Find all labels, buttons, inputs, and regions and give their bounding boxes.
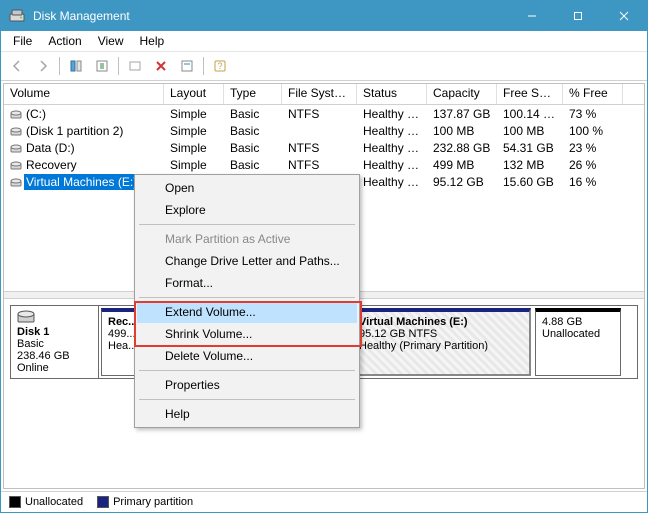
disk-status: Online (17, 362, 92, 374)
show-hide-button (123, 54, 147, 78)
menu-help[interactable]: Help (137, 403, 357, 425)
menu-action[interactable]: Action (40, 32, 89, 50)
menu-format[interactable]: Format... (137, 272, 357, 294)
disk-name: Disk 1 (17, 326, 92, 338)
col-freespace[interactable]: Free Spa... (497, 84, 563, 104)
menu-shrink-volume[interactable]: Shrink Volume... (137, 323, 357, 345)
maximize-button[interactable] (555, 1, 601, 31)
partition-unallocated[interactable]: 4.88 GBUnallocated (535, 308, 621, 376)
volume-row[interactable]: (Disk 1 partition 2)SimpleBasicHealthy (… (4, 122, 644, 139)
legend-unallocated: Unallocated (9, 496, 83, 508)
menu-properties[interactable]: Properties (137, 374, 357, 396)
settings-button[interactable] (90, 54, 114, 78)
col-pctfree[interactable]: % Free (563, 84, 623, 104)
col-status[interactable]: Status (357, 84, 427, 104)
col-volume[interactable]: Volume (4, 84, 164, 104)
help-button[interactable]: ? (208, 54, 232, 78)
volume-row[interactable]: RecoverySimpleBasicNTFSHealthy (...499 M… (4, 156, 644, 173)
col-type[interactable]: Type (224, 84, 282, 104)
menu-extend-volume[interactable]: Extend Volume... (137, 301, 357, 323)
col-capacity[interactable]: Capacity (427, 84, 497, 104)
forward-button (31, 54, 55, 78)
column-headers[interactable]: Volume Layout Type File System Status Ca… (4, 84, 644, 105)
col-filesystem[interactable]: File System (282, 84, 357, 104)
menubar: File Action View Help (1, 31, 647, 52)
minimize-button[interactable] (509, 1, 555, 31)
close-button[interactable] (601, 1, 647, 31)
disk-info[interactable]: Disk 1 Basic 238.46 GB Online (11, 306, 99, 378)
toolbar: ? (1, 52, 647, 81)
disk-management-window: Disk Management File Action View Help ? … (0, 0, 648, 513)
window-title: Disk Management (33, 9, 509, 23)
menu-delete-volume[interactable]: Delete Volume... (137, 345, 357, 367)
legend-primary: Primary partition (97, 496, 193, 508)
svg-text:?: ? (217, 61, 222, 71)
disk-type: Basic (17, 338, 92, 350)
volume-row[interactable]: Data (D:)SimpleBasicNTFSHealthy (P...232… (4, 139, 644, 156)
refresh-button[interactable] (64, 54, 88, 78)
titlebar: Disk Management (1, 1, 647, 31)
delete-button[interactable] (149, 54, 173, 78)
back-button (5, 54, 29, 78)
legend: Unallocated Primary partition (1, 491, 647, 512)
menu-file[interactable]: File (5, 32, 40, 50)
partition-primary[interactable]: Virtual Machines (E:)95.12 GB NTFSHealth… (351, 308, 531, 376)
volume-context-menu[interactable]: OpenExplore Mark Partition as ActiveChang… (134, 174, 360, 428)
volume-row[interactable]: (C:)SimpleBasicNTFSHealthy (B...137.87 G… (4, 105, 644, 122)
menu-help[interactable]: Help (132, 32, 173, 50)
col-layout[interactable]: Layout (164, 84, 224, 104)
disk-icon (17, 310, 35, 324)
disk-capacity: 238.46 GB (17, 350, 92, 362)
menu-open[interactable]: Open (137, 177, 357, 199)
disk-management-icon (9, 8, 25, 24)
menu-change-drive-letter-and-paths[interactable]: Change Drive Letter and Paths... (137, 250, 357, 272)
client-area: Volume Layout Type File System Status Ca… (1, 81, 647, 512)
properties-button[interactable] (175, 54, 199, 78)
menu-explore[interactable]: Explore (137, 199, 357, 221)
menu-view[interactable]: View (90, 32, 132, 50)
menu-mark-partition-as-active: Mark Partition as Active (137, 228, 357, 250)
